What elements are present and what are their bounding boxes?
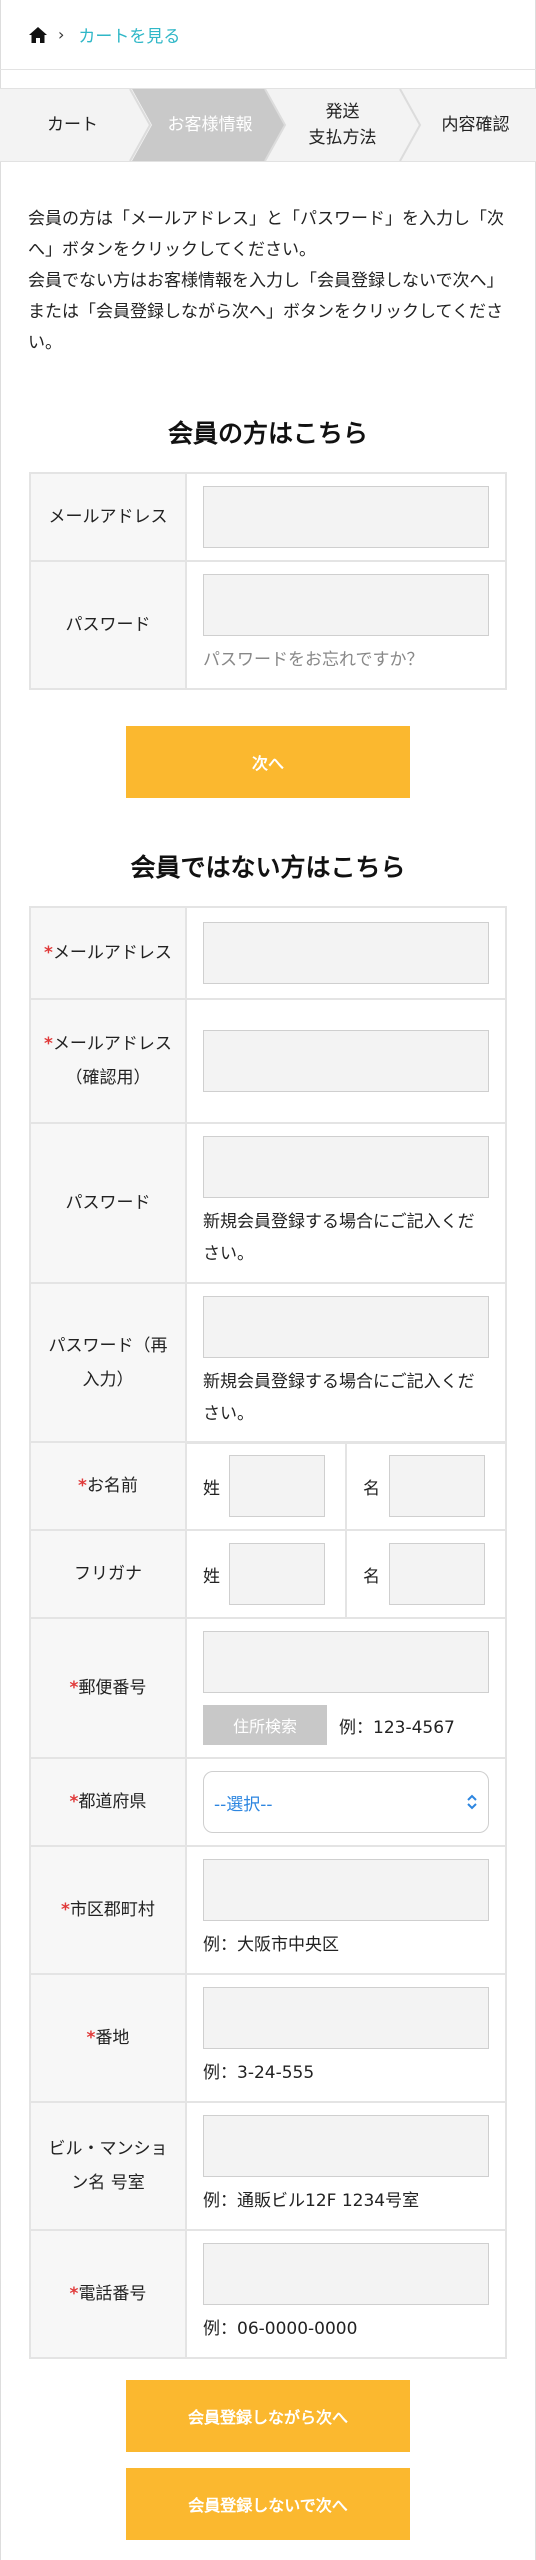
guest-password-label: パスワード: [29, 1122, 187, 1284]
guest-password-input[interactable]: [203, 1136, 489, 1198]
member-password-label: パスワード: [29, 560, 187, 690]
tel-example: 例：06-0000-0000: [203, 2319, 358, 2339]
guest-password-confirm-label: パスワード（再入力）: [29, 1282, 187, 1444]
bldg-input[interactable]: [203, 2115, 489, 2177]
guest-heading: 会員ではない方はこちら: [130, 853, 406, 882]
zip-search-button[interactable]: 住所検索: [203, 1705, 327, 1745]
intro-text: 会員の方は「メールアドレス」と「パスワード」を入力し「次へ」ボタンをクリックして…: [28, 209, 504, 353]
first-kana-prefix: 名: [363, 1566, 380, 1587]
pref-select[interactable]: --選択--: [203, 1771, 489, 1833]
city-label: *市区郡町村: [29, 1845, 187, 1975]
chevron-right-icon: ›: [58, 25, 65, 44]
register-and-next-button[interactable]: 会員登録しながら次へ: [126, 2380, 410, 2452]
city-input[interactable]: [203, 1859, 489, 1921]
first-name-input[interactable]: [389, 1455, 485, 1517]
zip-label: *郵便番号: [29, 1617, 187, 1759]
member-heading: 会員の方はこちら: [167, 419, 368, 448]
tel-input[interactable]: [203, 2243, 489, 2305]
guest-info-table: *メールアドレス *メールアドレス （確認用） パスワード 新規会員登録する場合に…: [29, 906, 507, 1444]
bldg-label: ビル・マンション名 号室: [29, 2101, 187, 2231]
first-name-prefix: 名: [363, 1478, 380, 1499]
first-kana-input[interactable]: [389, 1543, 485, 1605]
guest-password-confirm-input[interactable]: [203, 1296, 489, 1358]
guest-email-confirm-input[interactable]: [203, 1030, 489, 1092]
guest-name-table: *お名前 姓 名 フリガナ 姓 名: [29, 1441, 507, 1619]
last-kana-input[interactable]: [229, 1543, 325, 1605]
member-password-input[interactable]: [203, 574, 489, 636]
zip-input[interactable]: [203, 1631, 489, 1693]
member-email-input[interactable]: [203, 486, 489, 548]
step-customer-info: お客様情報: [167, 115, 253, 135]
member-login-table: メールアドレス パスワード パスワードをお忘れですか？: [29, 472, 507, 690]
forgot-password-link[interactable]: パスワードをお忘れですか？: [203, 644, 489, 676]
addr-label: *番地: [29, 1973, 187, 2103]
bldg-example: 例：通販ビル12F 1234号室: [203, 2191, 420, 2211]
kana-label: フリガナ: [29, 1529, 187, 1619]
step-cart: カート: [47, 115, 98, 135]
guest-email-confirm-label: *メールアドレス （確認用）: [29, 998, 187, 1124]
guest-password-confirm-hint: 新規会員登録する場合にご記入ください。: [203, 1372, 475, 1424]
cart-link[interactable]: カートを見る: [78, 22, 180, 47]
next-without-register-button[interactable]: 会員登録しないで次へ: [126, 2468, 410, 2540]
member-next-button[interactable]: 次へ: [126, 726, 410, 798]
step-shipping-payment: 発送 支払方法: [308, 102, 377, 148]
step-confirm: 内容確認: [441, 115, 510, 135]
city-example: 例：大阪市中央区: [203, 1935, 339, 1955]
guest-address-table: *郵便番号 住所検索 例：123-4567 *都道府県 --選択-- *市区郡町…: [29, 1617, 507, 2359]
home-icon[interactable]: [28, 26, 48, 44]
checkout-steps: カート お客様情報 発送 支払方法 内容確認: [0, 88, 536, 162]
addr-input[interactable]: [203, 1987, 489, 2049]
tel-label: *電話番号: [29, 2229, 187, 2359]
guest-password-hint: 新規会員登録する場合にご記入ください。: [203, 1212, 475, 1264]
last-kana-prefix: 姓: [203, 1566, 220, 1587]
member-email-label: メールアドレス: [29, 472, 187, 562]
select-arrows-icon: [467, 1794, 477, 1810]
breadcrumb: › カートを見る: [0, 0, 536, 70]
pref-label: *都道府県: [29, 1757, 187, 1847]
name-label: *お名前: [29, 1441, 187, 1531]
zip-example: 例：123-4567: [339, 1717, 455, 1738]
addr-example: 例：3-24-555: [203, 2063, 315, 2083]
guest-email-input[interactable]: [203, 922, 489, 984]
guest-email-label: *メールアドレス: [29, 906, 187, 1000]
pref-selected-value: --選択--: [214, 1794, 273, 1815]
last-name-prefix: 姓: [203, 1478, 220, 1499]
last-name-input[interactable]: [229, 1455, 325, 1517]
